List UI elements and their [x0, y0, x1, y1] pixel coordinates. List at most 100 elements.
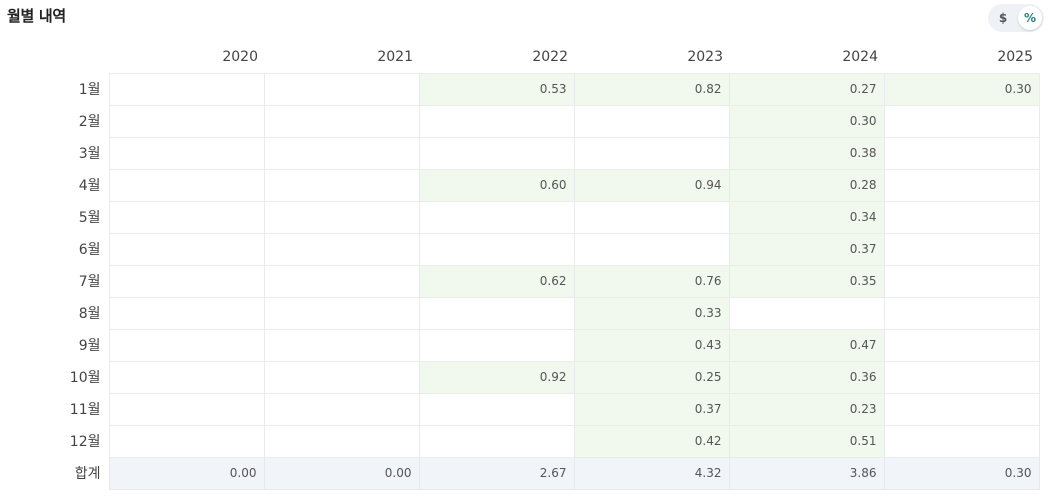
return-cell [263, 104, 420, 138]
monthly-returns-table: 2020 2021 2022 2023 2024 2025 1월 0.53 0.82… [0, 42, 1040, 490]
return-cell [418, 136, 575, 170]
return-cell [108, 104, 265, 138]
year-header-2023: 2023 [687, 49, 723, 66]
return-cell [883, 424, 1040, 458]
return-cell [108, 264, 265, 298]
return-cell: 0.37 [573, 392, 730, 426]
return-cell [573, 232, 730, 266]
return-cell [108, 296, 265, 330]
return-cell [418, 392, 575, 426]
return-cell [573, 200, 730, 234]
dollar-toggle-option[interactable]: $ [996, 6, 1010, 30]
table-row: 11월 0.37 0.23 [0, 392, 1040, 426]
return-cell [108, 200, 265, 234]
table-row: 5월 0.34 [0, 200, 1040, 234]
year-header-2022: 2022 [532, 49, 568, 66]
return-cell [108, 168, 265, 202]
return-cell [418, 104, 575, 138]
table-row: 10월 0.92 0.25 0.36 [0, 360, 1040, 394]
month-label: 3월 [78, 146, 101, 162]
return-cell [108, 424, 265, 458]
table-row: 6월 0.37 [0, 232, 1040, 266]
total-cell: 4.32 [573, 456, 730, 490]
table-row: 2월 0.30 [0, 104, 1040, 138]
return-cell [418, 424, 575, 458]
return-cell [883, 392, 1040, 426]
total-cell: 0.00 [108, 456, 265, 490]
return-cell [263, 424, 420, 458]
return-cell: 0.35 [728, 264, 885, 298]
return-cell [883, 328, 1040, 362]
return-cell [263, 264, 420, 298]
table-row: 1월 0.53 0.82 0.27 0.30 [0, 72, 1040, 106]
return-cell: 0.23 [728, 392, 885, 426]
return-cell: 0.33 [573, 296, 730, 330]
table-row: 4월 0.60 0.94 0.28 [0, 168, 1040, 202]
total-cell: 3.86 [728, 456, 885, 490]
return-cell: 0.37 [728, 232, 885, 266]
return-cell [418, 296, 575, 330]
month-label: 10월 [69, 370, 101, 386]
return-cell [573, 136, 730, 170]
return-cell: 0.30 [883, 72, 1040, 106]
month-label: 8월 [78, 306, 101, 322]
return-cell: 0.82 [573, 72, 730, 106]
month-label: 1월 [78, 82, 101, 98]
table-row: 8월 0.33 [0, 296, 1040, 330]
return-cell: 0.51 [728, 424, 885, 458]
monthly-table-body: 1월 0.53 0.82 0.27 0.30 2월 0.30 3월 0.38 4월 0.60 0.94… [0, 72, 1040, 490]
return-cell [573, 104, 730, 138]
total-row: 합계 0.00 0.00 2.67 4.32 3.86 0.30 [0, 456, 1040, 490]
return-cell [263, 200, 420, 234]
year-header-2020: 2020 [222, 49, 258, 66]
return-cell [883, 232, 1040, 266]
month-label: 12월 [69, 434, 101, 450]
return-cell [728, 296, 885, 330]
return-cell: 0.30 [728, 104, 885, 138]
return-cell: 0.38 [728, 136, 885, 170]
return-cell: 0.47 [728, 328, 885, 362]
month-label: 11월 [69, 402, 101, 418]
return-cell [108, 136, 265, 170]
return-cell [108, 232, 265, 266]
return-cell [263, 360, 420, 394]
currency-percent-toggle[interactable]: $ % [988, 4, 1044, 32]
month-label: 9월 [78, 338, 101, 354]
month-label: 7월 [78, 274, 101, 290]
return-cell [418, 200, 575, 234]
year-header-2024: 2024 [842, 49, 878, 66]
total-label: 합계 [74, 466, 101, 482]
return-cell [883, 296, 1040, 330]
table-row: 3월 0.38 [0, 136, 1040, 170]
return-cell: 0.76 [573, 264, 730, 298]
return-cell [263, 168, 420, 202]
return-cell [263, 72, 420, 106]
return-cell [418, 328, 575, 362]
corner-cell [0, 42, 109, 73]
return-cell: 0.60 [418, 168, 575, 202]
return-cell [883, 200, 1040, 234]
table-row: 9월 0.43 0.47 [0, 328, 1040, 362]
return-cell: 0.36 [728, 360, 885, 394]
percent-toggle-option[interactable]: % [1018, 6, 1042, 30]
return-cell [108, 72, 265, 106]
return-cell: 0.94 [573, 168, 730, 202]
return-cell [108, 392, 265, 426]
return-cell: 0.53 [418, 72, 575, 106]
return-cell [263, 136, 420, 170]
return-cell [108, 328, 265, 362]
table-row: 7월 0.62 0.76 0.35 [0, 264, 1040, 298]
return-cell [883, 360, 1040, 394]
total-cell: 2.67 [418, 456, 575, 490]
return-cell [263, 232, 420, 266]
return-cell [108, 360, 265, 394]
return-cell: 0.43 [573, 328, 730, 362]
total-cell: 0.00 [263, 456, 420, 490]
return-cell [263, 296, 420, 330]
return-cell: 0.34 [728, 200, 885, 234]
year-header-2021: 2021 [377, 49, 413, 66]
page-title: 월별 내역 [7, 7, 66, 25]
return-cell [418, 232, 575, 266]
return-cell [883, 136, 1040, 170]
return-cell: 0.25 [573, 360, 730, 394]
